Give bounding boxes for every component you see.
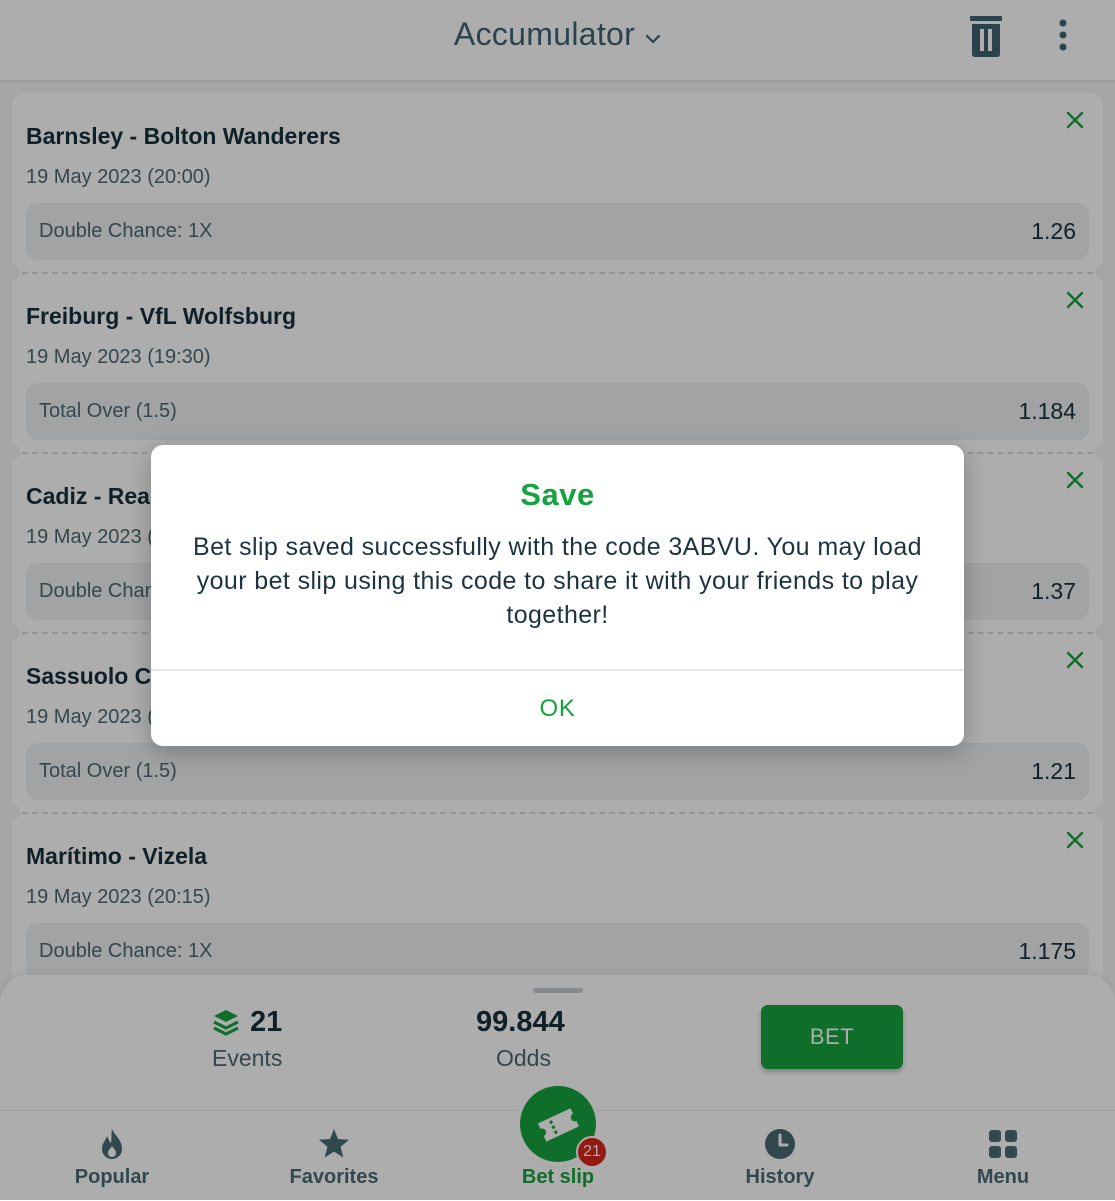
dialog-title: Save: [520, 477, 595, 512]
ok-button[interactable]: OK: [151, 671, 964, 746]
dialog-message: Bet slip saved successfully with the cod…: [193, 533, 922, 629]
save-dialog: Save Bet slip saved successfully with th…: [151, 445, 964, 746]
